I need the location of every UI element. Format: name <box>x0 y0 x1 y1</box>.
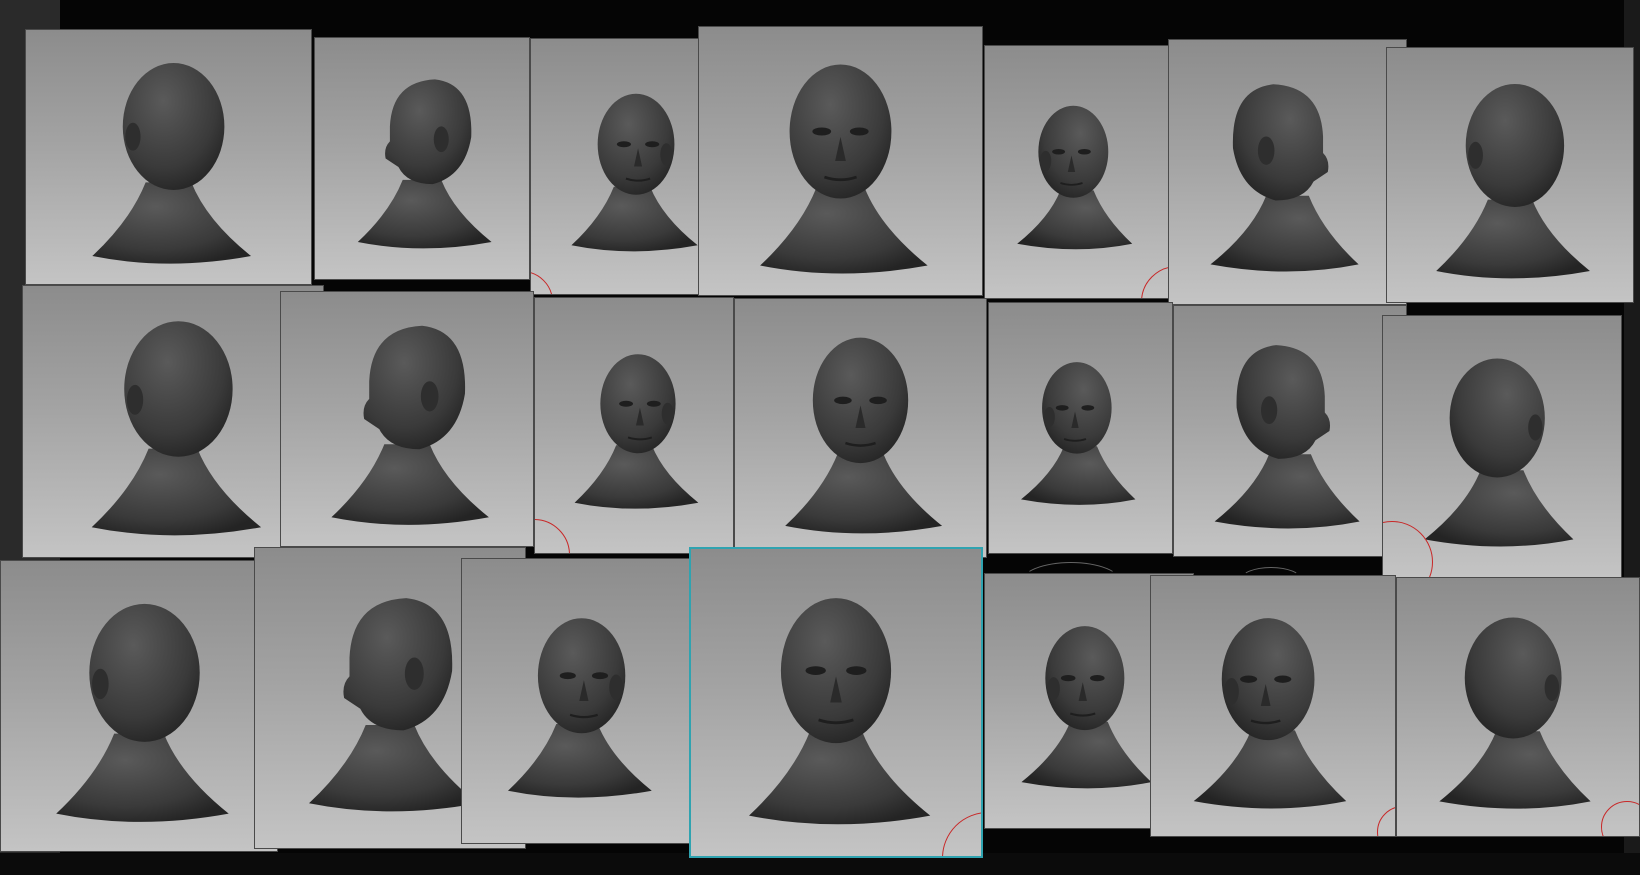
tile-r2-c6[interactable] <box>1173 305 1407 557</box>
tile-r2-c3[interactable] <box>534 297 734 554</box>
sculpt-neck <box>92 182 252 264</box>
sculpt-neck <box>1436 199 1590 279</box>
tile-r2-c1[interactable] <box>22 285 324 558</box>
tile-r3-c3[interactable] <box>461 558 693 844</box>
sculpt-neck <box>357 179 492 249</box>
tile-r1-c6[interactable] <box>1168 39 1407 305</box>
tile-r1-c5[interactable] <box>984 45 1170 299</box>
tile-r3-c1[interactable] <box>0 560 278 852</box>
sculpt-neck <box>760 187 928 274</box>
sculpt-neck <box>309 725 478 812</box>
sculpt-neck <box>574 445 699 509</box>
tile-r3-c4[interactable] <box>689 547 983 858</box>
sculpt-neck <box>331 444 489 525</box>
head-sculpt-icon <box>1436 83 1590 279</box>
sculpt-neck <box>1017 190 1133 250</box>
head-sculpt-icon <box>91 321 262 536</box>
head-sculpt-icon <box>1214 345 1360 529</box>
transform-gizmo-ring <box>1240 567 1302 593</box>
sculpt-neck <box>1021 721 1152 789</box>
head-sculpt-icon <box>749 598 931 825</box>
sculpt-neck <box>91 448 262 536</box>
tile-r3-c6[interactable] <box>1150 575 1396 837</box>
head-sculpt-icon <box>92 63 252 264</box>
sculpt-neck <box>785 453 943 534</box>
head-sculpt-icon <box>56 603 229 822</box>
head-sculpt-icon <box>508 618 652 798</box>
tile-r1-c2[interactable] <box>314 37 530 280</box>
head-sculpt-icon <box>760 64 928 274</box>
head-sculpt-icon <box>1021 362 1136 505</box>
tile-r1-c4[interactable] <box>698 26 983 296</box>
head-sculpt-icon <box>331 325 489 525</box>
head-sculpt-icon <box>1210 84 1359 272</box>
sculpt-neck <box>1021 446 1136 505</box>
tile-r2-c4[interactable] <box>734 298 987 558</box>
sculpt-neck <box>749 731 931 825</box>
head-sculpt-icon <box>785 337 943 534</box>
head-sculpt-icon <box>1439 617 1591 809</box>
sculpt-neck <box>1214 454 1360 529</box>
tile-r1-c7[interactable] <box>1386 47 1634 303</box>
tile-r2-c2[interactable] <box>280 291 534 547</box>
sculpt-neck <box>508 724 652 798</box>
tile-r1-c1[interactable] <box>25 29 312 285</box>
sculpt-neck <box>1193 730 1347 809</box>
head-sculpt-icon <box>574 354 699 509</box>
sculpt-neck <box>56 733 229 822</box>
tile-r2-c7[interactable] <box>1382 315 1622 578</box>
tile-r2-c5[interactable] <box>988 302 1173 554</box>
sculpt-neck <box>571 186 698 252</box>
tile-r3-c7[interactable] <box>1396 577 1640 837</box>
sculpt-neck <box>1424 470 1574 547</box>
sculpt-neck <box>1210 195 1359 272</box>
head-sculpt-icon <box>1193 618 1347 809</box>
transform-gizmo-ring <box>1020 562 1122 604</box>
head-sculpt-icon <box>357 79 492 249</box>
sculpt-neck <box>1439 731 1591 809</box>
head-sculpt-icon <box>1017 105 1133 250</box>
